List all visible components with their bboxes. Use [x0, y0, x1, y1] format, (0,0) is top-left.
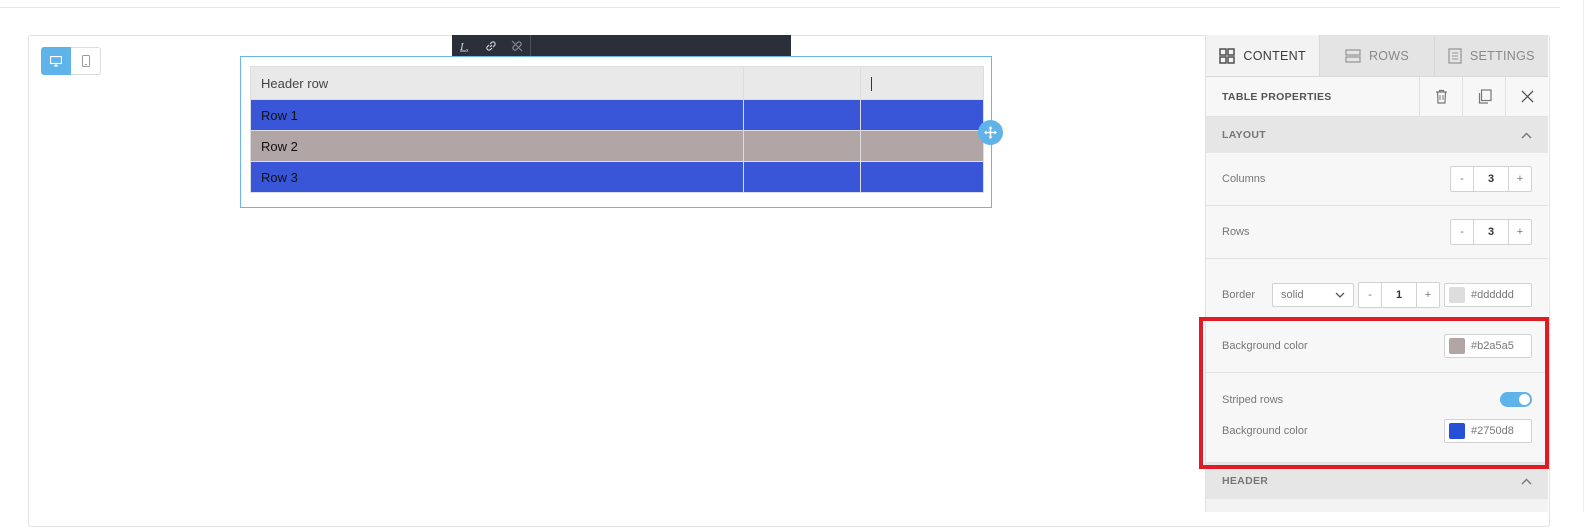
table-cell[interactable] [742, 161, 862, 193]
grid-icon [1219, 47, 1236, 64]
link-button[interactable] [478, 35, 504, 56]
close-button[interactable] [1505, 77, 1548, 116]
panel-tabs: CONTENT ROWS SETTINGS [1206, 35, 1548, 77]
text-caret [871, 76, 873, 91]
border-style-value: solid [1281, 289, 1304, 301]
chevron-up-icon [1521, 478, 1532, 484]
clear-format-button[interactable]: Ix [452, 35, 478, 56]
rows-stepper: - 3 + [1450, 219, 1532, 245]
border-width-value[interactable]: 1 [1381, 283, 1417, 307]
move-handle[interactable] [978, 120, 1003, 145]
layout-section-header[interactable]: LAYOUT [1206, 117, 1548, 153]
increment-button[interactable]: + [1509, 167, 1531, 191]
border-color-field[interactable]: #dddddd [1444, 283, 1532, 307]
settings-list-icon [1448, 47, 1462, 64]
increment-button[interactable]: + [1417, 283, 1439, 307]
table-cell[interactable] [860, 66, 984, 100]
top-divider [0, 7, 1560, 8]
decrement-button[interactable]: - [1359, 283, 1381, 307]
table-cell[interactable] [742, 66, 862, 100]
columns-row: Columns - 3 + [1206, 153, 1548, 206]
table-properties-header: TABLE PROPERTIES [1206, 77, 1548, 117]
scrollbar-track[interactable] [1583, 0, 1584, 512]
border-style-select[interactable]: solid [1272, 283, 1354, 307]
trash-icon [1435, 89, 1447, 104]
delete-button[interactable] [1419, 77, 1462, 116]
table-block[interactable]: Header row Row 1 Row 2 Row 3 [240, 56, 992, 208]
highlight-box [1199, 317, 1549, 469]
table-cell[interactable]: Row 3 [250, 161, 744, 193]
border-controls: solid - 1 + #dddddd [1272, 282, 1532, 308]
svg-text:I: I [459, 41, 465, 52]
desktop-view-button[interactable] [41, 47, 71, 75]
data-table: Header row Row 1 Row 2 Row 3 [250, 66, 984, 193]
device-toggle [41, 47, 101, 75]
props-title: TABLE PROPERTIES [1222, 90, 1332, 103]
copy-icon [1478, 89, 1492, 104]
tab-content[interactable]: CONTENT [1206, 35, 1320, 76]
table-cell[interactable]: Row 2 [250, 130, 744, 162]
rows-value[interactable]: 3 [1473, 220, 1509, 244]
phone-icon [81, 55, 90, 67]
link-icon [486, 40, 496, 51]
close-icon [1521, 90, 1533, 103]
rows-icon [1345, 48, 1361, 63]
table-cell[interactable]: Header row [250, 66, 744, 100]
section-title: HEADER [1222, 475, 1269, 487]
tab-rows[interactable]: ROWS [1319, 35, 1434, 76]
table-cell[interactable] [742, 130, 862, 162]
border-color-value: #dddddd [1471, 289, 1514, 301]
border-row: Border solid - 1 + #dddddd [1206, 259, 1548, 320]
move-icon [984, 126, 997, 139]
tab-label: CONTENT [1243, 48, 1306, 63]
columns-label: Columns [1222, 173, 1266, 185]
rows-row: Rows - 3 + [1206, 206, 1548, 259]
table-row: Row 2 [250, 130, 984, 162]
unlink-icon [511, 40, 523, 51]
format-toolbar: Ix [452, 35, 791, 56]
tab-label: SETTINGS [1469, 48, 1535, 63]
table-header-row: Header row [250, 66, 984, 100]
unlink-button[interactable] [504, 35, 531, 56]
rows-label: Rows [1222, 226, 1250, 238]
border-label: Border [1222, 289, 1256, 301]
decrement-button[interactable]: - [1451, 220, 1473, 244]
mobile-view-button[interactable] [71, 47, 101, 75]
columns-value[interactable]: 3 [1473, 167, 1509, 191]
columns-stepper: - 3 + [1450, 166, 1532, 192]
table-cell[interactable] [860, 161, 984, 193]
tab-settings[interactable]: SETTINGS [1433, 35, 1548, 76]
color-swatch[interactable] [1449, 287, 1465, 303]
table-cell[interactable] [742, 99, 862, 131]
decrement-button[interactable]: - [1451, 167, 1473, 191]
table-row: Row 1 [250, 99, 984, 131]
chevron-down-icon [1335, 292, 1345, 298]
tab-label: ROWS [1368, 48, 1410, 63]
monitor-icon [50, 55, 62, 67]
chevron-up-icon [1521, 132, 1532, 138]
duplicate-button[interactable] [1462, 77, 1505, 116]
increment-button[interactable]: + [1509, 220, 1531, 244]
clear-format-icon: Ix [459, 41, 469, 52]
table-cell[interactable]: Row 1 [250, 99, 744, 131]
table-cell[interactable] [860, 99, 984, 131]
section-title: LAYOUT [1222, 129, 1266, 141]
svg-text:x: x [466, 48, 469, 52]
table-row: Row 3 [250, 161, 984, 193]
border-width-stepper: - 1 + [1358, 282, 1440, 308]
table-cell[interactable] [860, 130, 984, 162]
